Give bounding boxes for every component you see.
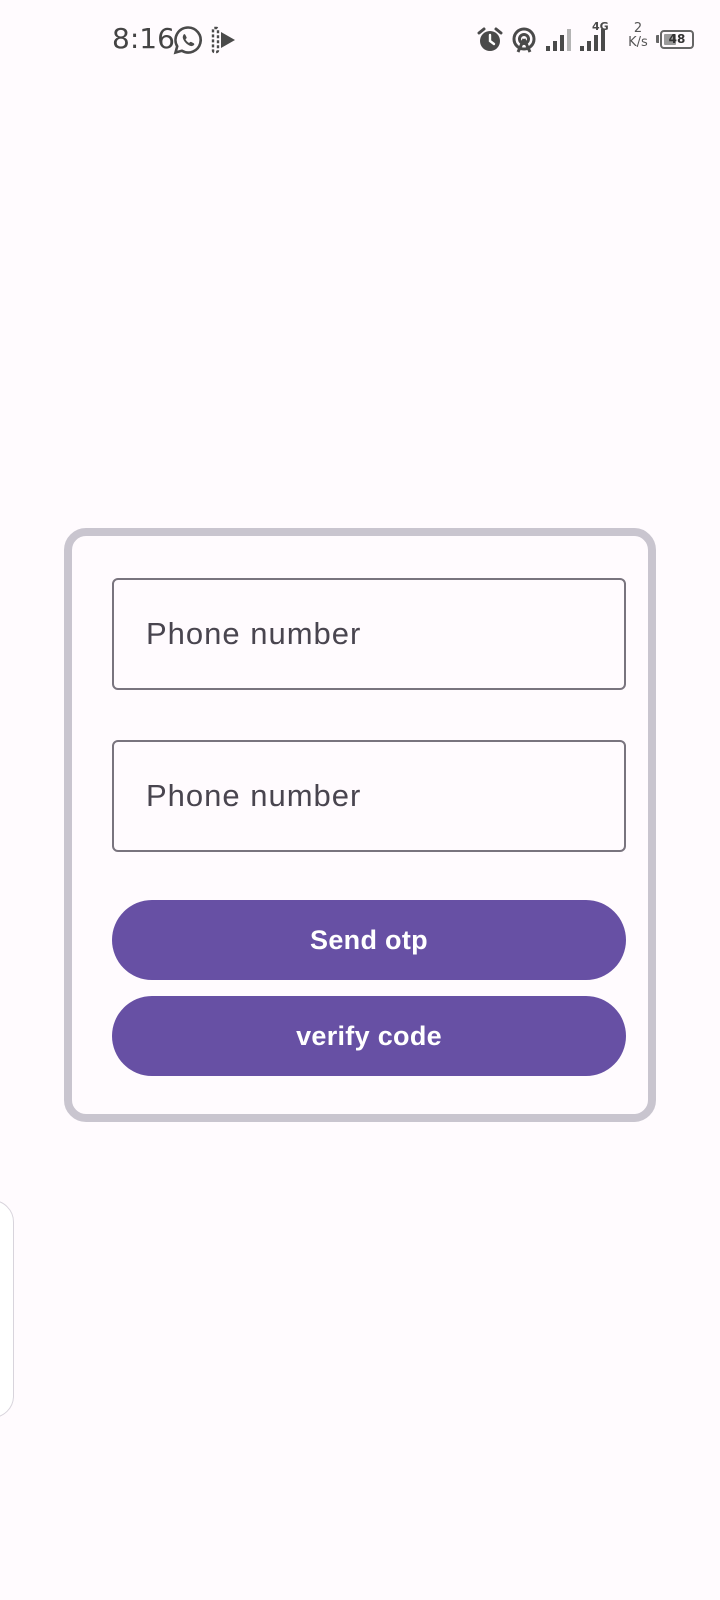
verification-code-input[interactable] [114, 742, 624, 850]
battery-icon: 48 [660, 30, 694, 49]
phone-number-input[interactable] [114, 580, 624, 688]
net-speed: 2 K/s [624, 22, 652, 50]
net-speed-value: 2 [633, 21, 643, 36]
media-icon [211, 26, 235, 54]
network-type-label: 4G [592, 20, 609, 33]
otp-card: Send otp verify code [64, 528, 656, 1122]
battery-nub [656, 35, 659, 43]
alarm-icon [477, 27, 503, 51]
status-bar: 8:16 4G 2 K/s 48 [0, 0, 720, 80]
side-panel-handle[interactable] [0, 1200, 14, 1418]
verification-code-field[interactable] [112, 740, 626, 852]
net-speed-unit: K/s [628, 35, 648, 50]
status-time: 8:16 [112, 22, 175, 55]
signal-icon [546, 29, 571, 51]
send-otp-button[interactable]: Send otp [112, 900, 626, 980]
verify-code-button[interactable]: verify code [112, 996, 626, 1076]
battery-level: 48 [668, 32, 686, 46]
whatsapp-icon [173, 26, 202, 55]
phone-number-field[interactable] [112, 578, 626, 690]
hotspot-icon [512, 27, 536, 53]
